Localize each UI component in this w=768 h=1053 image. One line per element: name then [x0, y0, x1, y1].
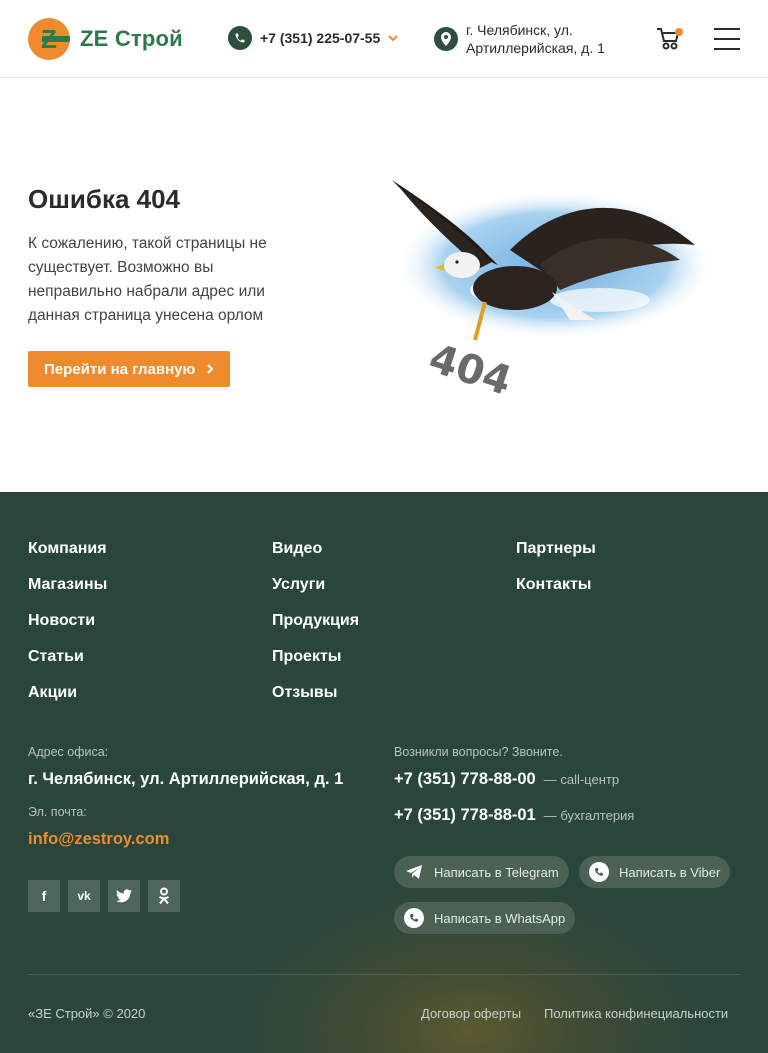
footer-link-articles[interactable]: Статьи: [28, 648, 107, 684]
footer-link-products[interactable]: Продукция: [272, 612, 359, 648]
page-title: Ошибка 404: [28, 184, 181, 214]
telegram-button[interactable]: Написать в Telegram: [394, 856, 569, 888]
callcenter-phone[interactable]: +7 (351) 778-88-00: [394, 770, 536, 789]
whatsapp-icon: [404, 908, 424, 928]
copyright: «ЗЕ Строй» © 2020: [28, 1006, 146, 1021]
eagle-404-image: 404: [392, 180, 710, 400]
chevron-right-icon: [207, 361, 214, 378]
vk-icon[interactable]: vk: [68, 880, 100, 912]
chevron-down-icon[interactable]: [388, 29, 398, 47]
whatsapp-label: Написать в WhatsApp: [434, 910, 566, 926]
footer-link-stores[interactable]: Магазины: [28, 576, 107, 612]
viber-button[interactable]: Написать в Viber: [579, 856, 731, 888]
footer-nav-col-2: Видео Услуги Продукция Проекты Отзывы: [272, 540, 359, 720]
footer-link-video[interactable]: Видео: [272, 540, 359, 576]
callcenter-desc: — call-центр: [543, 772, 620, 787]
offer-agreement-link[interactable]: Договор оферты: [421, 1006, 521, 1021]
footer-link-promotions[interactable]: Акции: [28, 684, 107, 720]
cart-badge: [675, 28, 683, 36]
footer-link-news[interactable]: Новости: [28, 612, 107, 648]
footer-nav-col-3: Партнеры Контакты: [516, 540, 596, 612]
questions-label: Возникли вопросы? Звоните.: [394, 745, 563, 759]
menu-icon[interactable]: [714, 28, 740, 50]
footer-link-contacts[interactable]: Контакты: [516, 576, 596, 612]
go-home-label: Перейти на главную: [44, 360, 196, 378]
logo-text: ZE Строй: [80, 26, 183, 51]
address-text: г. Челябинск, ул. Артиллерийская, д. 1: [466, 22, 605, 56]
footer-divider: [28, 974, 740, 975]
footer-link-projects[interactable]: Проекты: [272, 648, 359, 684]
office-address-value: г. Челябинск, ул. Артиллерийская, д. 1: [28, 770, 344, 788]
footer-link-partners[interactable]: Партнеры: [516, 540, 596, 576]
viber-label: Написать в Viber: [619, 864, 721, 880]
accounting-desc: — бухгалтерия: [543, 808, 635, 823]
email-link[interactable]: info@zestroy.com: [28, 830, 169, 849]
telegram-label: Написать в Telegram: [434, 864, 559, 880]
accounting-phone[interactable]: +7 (351) 778-88-01: [394, 806, 536, 825]
email-label: Эл. почта:: [28, 805, 87, 819]
error-description: К сожалению, такой страницы не существуе…: [28, 235, 267, 324]
accounting-phone-row: +7 (351) 778-88-01 — бухгалтерия: [394, 806, 634, 825]
logo-icon: Z: [28, 18, 70, 60]
footer-nav-col-1: Компания Магазины Новости Статьи Акции: [28, 540, 107, 720]
header-phone[interactable]: +7 (351) 225-07-55: [228, 26, 398, 50]
viber-icon: [589, 862, 609, 882]
privacy-policy-link[interactable]: Политика конфинециальности: [544, 1006, 728, 1021]
footer-link-company[interactable]: Компания: [28, 540, 107, 576]
twitter-icon[interactable]: [108, 880, 140, 912]
cart-icon[interactable]: [655, 26, 685, 54]
telegram-icon: [404, 862, 424, 882]
odnoklassniki-icon[interactable]: [148, 880, 180, 912]
location-icon: [434, 27, 458, 51]
facebook-icon[interactable]: f: [28, 880, 60, 912]
footer-link-reviews[interactable]: Отзывы: [272, 684, 359, 720]
error-code-image-text: 404: [423, 335, 517, 400]
site-header: Z ZE Строй +7 (351) 225-07-55 г. Челябин…: [0, 0, 768, 78]
office-address-label: Адрес офиса:: [28, 745, 109, 759]
site-footer: Компания Магазины Новости Статьи Акции В…: [0, 492, 768, 1053]
footer-link-services[interactable]: Услуги: [272, 576, 359, 612]
logo[interactable]: Z ZE Строй: [28, 18, 183, 60]
phone-number[interactable]: +7 (351) 225-07-55: [260, 30, 380, 46]
callcenter-phone-row: +7 (351) 778-88-00 — call-центр: [394, 770, 619, 789]
go-home-button[interactable]: Перейти на главную: [28, 351, 230, 387]
header-address: г. Челябинск, ул. Артиллерийская, д. 1: [434, 21, 636, 57]
phone-icon: [228, 26, 252, 50]
whatsapp-button[interactable]: Написать в WhatsApp: [394, 902, 576, 934]
